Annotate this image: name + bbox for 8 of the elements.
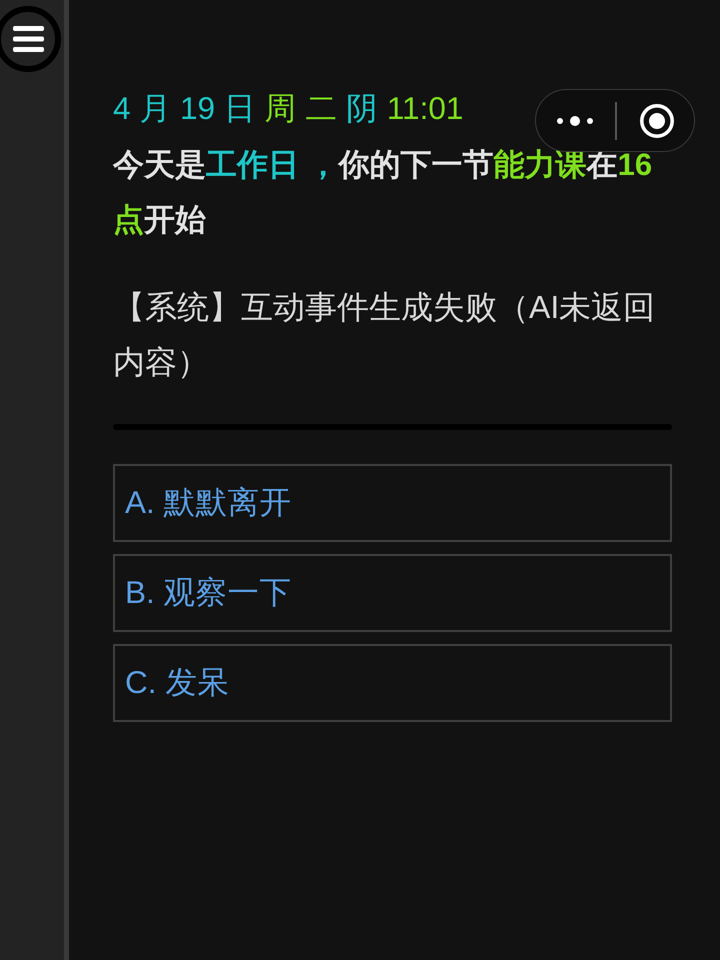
date-weather-line: 4 月 19 日 周 二 阴 11:01 [113, 89, 464, 128]
choice-button[interactable]: A. 默默离开 [113, 464, 672, 542]
more-icon[interactable] [557, 116, 593, 126]
choice-button[interactable]: C. 发呆 [113, 644, 672, 722]
menu-icon [12, 26, 44, 52]
choice-button[interactable]: B. 观察一下 [113, 554, 672, 632]
target-icon[interactable] [640, 104, 674, 138]
system-message: 【系统】互动事件生成失败（AI未返回内容） [113, 288, 656, 382]
